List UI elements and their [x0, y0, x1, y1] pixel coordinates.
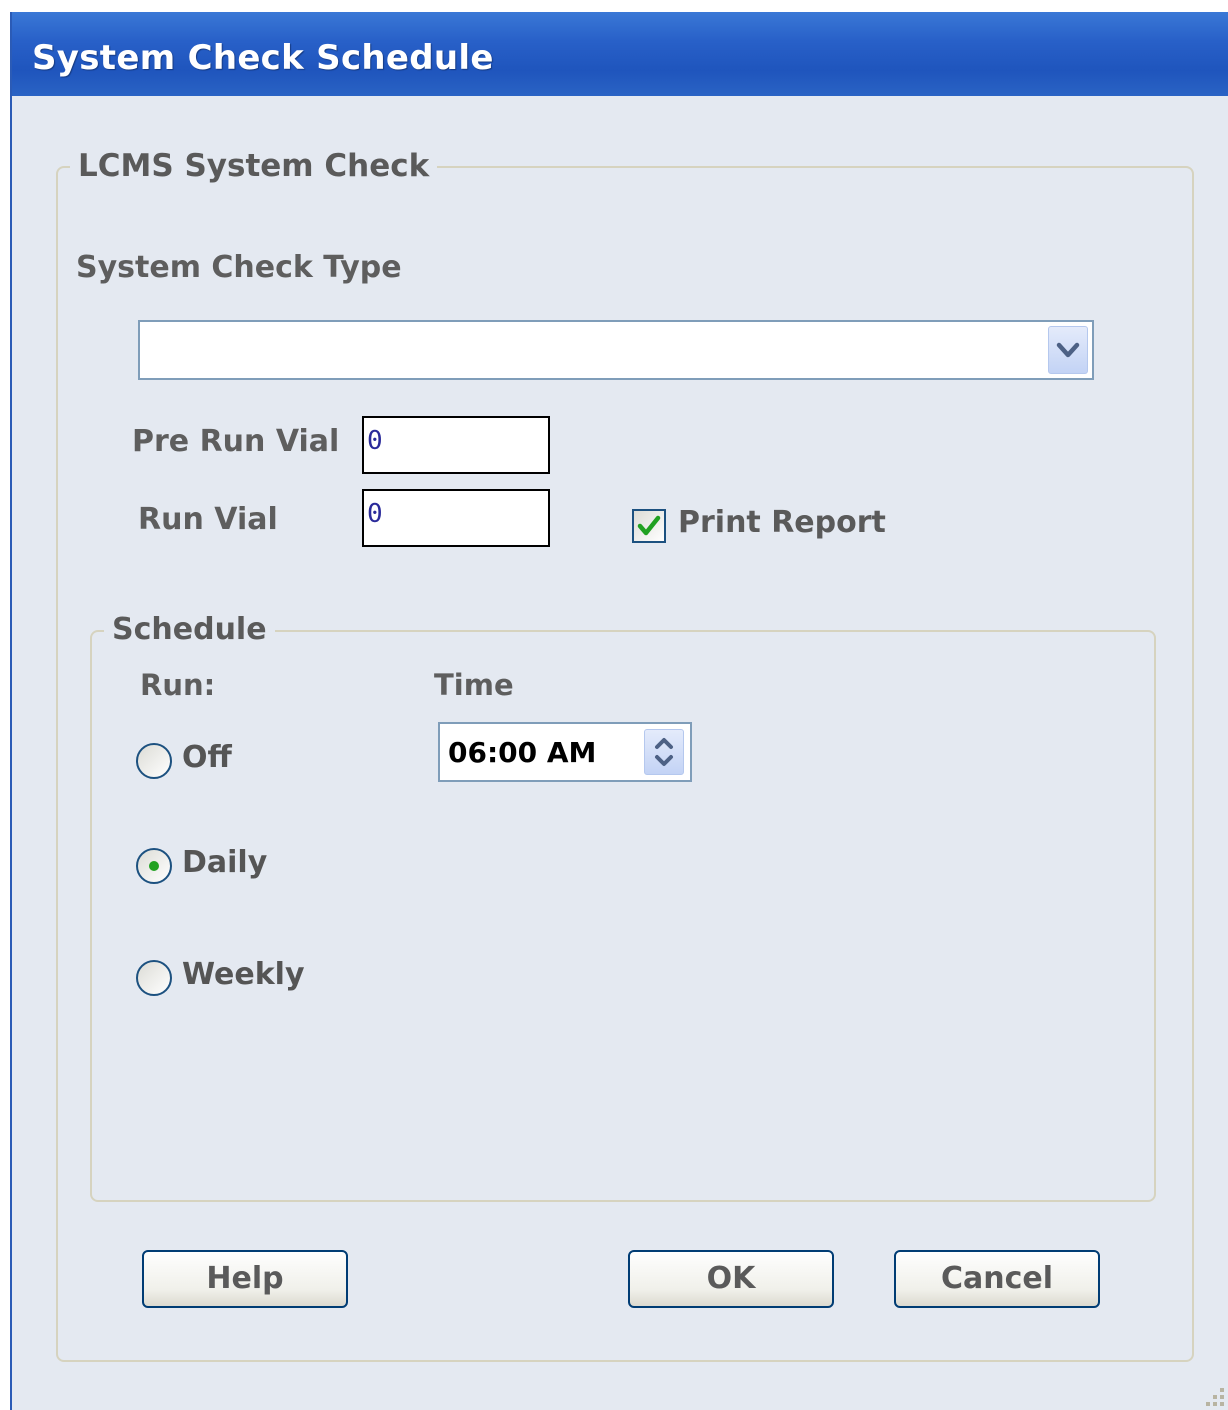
radio-weekly-label[interactable]: Weekly — [182, 957, 305, 992]
pre-run-vial-label: Pre Run Vial — [132, 424, 340, 459]
help-button[interactable]: Help — [142, 1250, 348, 1308]
radio-daily-label[interactable]: Daily — [182, 845, 267, 880]
run-vial-label: Run Vial — [138, 502, 278, 537]
system-check-type-dropdown[interactable] — [138, 320, 1094, 380]
run-vial-input[interactable]: 0 — [362, 489, 550, 547]
title-bar[interactable]: System Check Schedule — [12, 12, 1228, 96]
time-spin-button[interactable] — [644, 729, 684, 775]
print-report-checkbox[interactable] — [632, 509, 666, 543]
time-spinner[interactable]: 06:00 AM — [438, 722, 692, 782]
run-label: Run: — [140, 668, 216, 702]
system-check-schedule-dialog: System Check Schedule LCMS System Check … — [10, 12, 1228, 1410]
window-title: System Check Schedule — [32, 38, 494, 78]
ok-button[interactable]: OK — [628, 1250, 834, 1308]
resize-grip-icon[interactable] — [1198, 1380, 1226, 1408]
radio-daily[interactable] — [136, 848, 172, 884]
radio-off[interactable] — [136, 743, 172, 779]
radio-selected-dot — [149, 861, 159, 871]
time-value[interactable]: 06:00 AM — [448, 736, 596, 769]
schedule-group — [90, 630, 1156, 1202]
up-down-arrows-icon — [655, 738, 673, 766]
dropdown-button[interactable] — [1048, 326, 1088, 374]
time-label: Time — [434, 668, 514, 702]
schedule-group-legend: Schedule — [104, 612, 275, 647]
print-report-label[interactable]: Print Report — [678, 505, 886, 540]
lcms-group-legend: LCMS System Check — [70, 148, 438, 184]
chevron-down-icon — [1056, 342, 1080, 358]
radio-weekly[interactable] — [136, 960, 172, 996]
cancel-button[interactable]: Cancel — [894, 1250, 1100, 1308]
pre-run-vial-input[interactable]: 0 — [362, 416, 550, 474]
radio-off-label[interactable]: Off — [182, 740, 232, 775]
system-check-type-label: System Check Type — [76, 250, 402, 285]
checkmark-icon — [637, 515, 661, 536]
